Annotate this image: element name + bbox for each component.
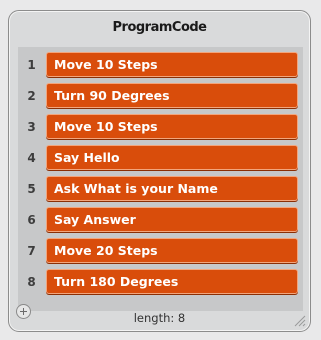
list-item: 6 Say Answer <box>18 205 303 235</box>
item-value-cell[interactable]: Turn 180 Degrees <box>46 269 298 294</box>
list-item: 4 Say Hello <box>18 143 303 173</box>
item-index: 1 <box>27 58 36 72</box>
list-length-label: length: 8 <box>133 311 186 325</box>
list-item: 5 Ask What is your Name <box>18 174 303 204</box>
item-index: 3 <box>27 120 36 134</box>
list-watcher-panel: ProgramCode 1 Move 10 Steps 2 Turn 90 De… <box>8 10 311 332</box>
item-value-cell[interactable]: Move 10 Steps <box>46 52 298 77</box>
resize-grip-icon[interactable] <box>292 313 306 327</box>
list-item: 7 Move 20 Steps <box>18 236 303 266</box>
item-index: 4 <box>27 151 36 165</box>
list-item: 1 Move 10 Steps <box>18 50 303 80</box>
item-value-cell[interactable]: Move 20 Steps <box>46 238 298 263</box>
item-index: 5 <box>27 182 36 196</box>
item-value-cell[interactable]: Say Answer <box>46 207 298 232</box>
item-index: 7 <box>27 244 36 258</box>
list-item: 2 Turn 90 Degrees <box>18 81 303 111</box>
list-item: 3 Move 10 Steps <box>18 112 303 142</box>
item-value-cell[interactable]: Turn 90 Degrees <box>46 83 298 108</box>
item-index: 2 <box>27 89 36 103</box>
item-value-cell[interactable]: Move 10 Steps <box>46 114 298 139</box>
item-index: 6 <box>27 213 36 227</box>
item-index: 8 <box>27 275 36 289</box>
list-items-area: 1 Move 10 Steps 2 Turn 90 Degrees 3 Move… <box>18 47 303 311</box>
item-value-cell[interactable]: Say Hello <box>46 145 298 170</box>
item-value-cell[interactable]: Ask What is your Name <box>46 176 298 201</box>
panel-title: ProgramCode <box>112 20 208 35</box>
list-item: 8 Turn 180 Degrees <box>18 267 303 297</box>
